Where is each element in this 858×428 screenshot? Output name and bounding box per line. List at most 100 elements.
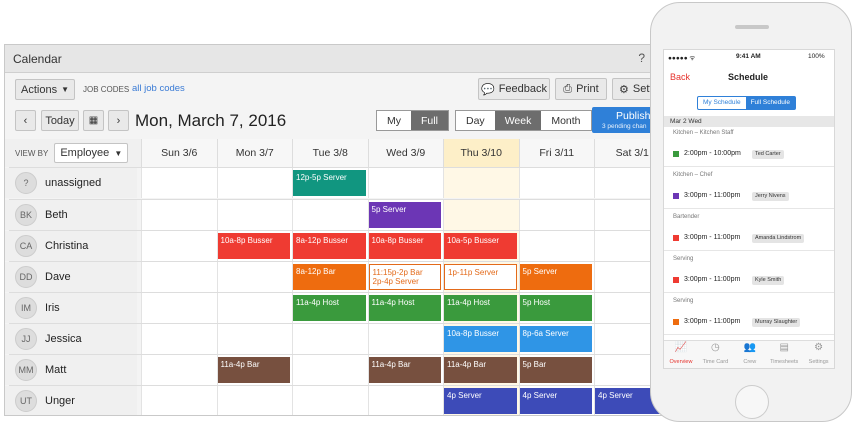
shift-block[interactable]: 5p Server xyxy=(519,264,592,290)
schedule-cell[interactable] xyxy=(367,168,443,198)
shift-block[interactable]: 8a-12p Busser xyxy=(293,233,366,259)
employee-name[interactable]: Christina xyxy=(45,240,88,252)
shift-block[interactable]: 8a-12p Bar xyxy=(293,264,366,290)
tab-full-schedule[interactable]: Full Schedule xyxy=(745,97,795,109)
shift-block[interactable]: 11a-4p Host xyxy=(293,295,366,321)
shift-block[interactable]: 11:15p-2p Bar 2p-4p Server xyxy=(368,264,441,290)
shift-block[interactable]: 11a-4p Host xyxy=(444,295,517,321)
employee-name[interactable]: unassigned xyxy=(45,177,101,189)
help-icon[interactable]: ? xyxy=(638,51,645,65)
schedule-cell[interactable] xyxy=(141,231,217,261)
shift-block[interactable]: 5p Server xyxy=(368,202,441,228)
phone-person-pill[interactable]: Ted Carter xyxy=(752,150,784,159)
schedule-cell[interactable] xyxy=(141,168,217,198)
prev-week-button[interactable]: ‹ xyxy=(15,110,36,131)
schedule-cell[interactable] xyxy=(216,293,292,323)
actions-dropdown[interactable]: Actions ▼ xyxy=(15,79,75,100)
print-button[interactable]: ⎙ Print xyxy=(555,78,607,100)
gear-icon[interactable]: ⚙ xyxy=(802,342,834,353)
next-week-button[interactable]: › xyxy=(108,110,129,131)
phone-person-pill[interactable]: Jerry Nivens xyxy=(752,192,789,201)
shift-block[interactable]: 5p Bar xyxy=(519,357,592,383)
shift-block[interactable]: 10a-5p Busser xyxy=(444,233,517,259)
schedule-cell[interactable] xyxy=(141,355,217,385)
phone-shift-time[interactable]: 3:00pm - 11:00pm xyxy=(684,234,740,241)
schedule-cell[interactable] xyxy=(292,386,368,415)
today-button[interactable]: Today xyxy=(41,110,79,131)
shift-block[interactable]: 11a-4p Bar xyxy=(368,357,441,383)
bottom-tab-label[interactable]: Overview xyxy=(664,359,698,365)
phone-person-pill[interactable]: Kyle Smith xyxy=(752,276,785,285)
tab-my-schedule[interactable]: My Schedule xyxy=(698,97,746,109)
schedule-cell[interactable] xyxy=(292,324,368,354)
view-by-select[interactable]: Employee ▼ xyxy=(54,143,129,163)
employee-name[interactable]: Beth xyxy=(45,209,68,221)
bottom-tab-label[interactable]: Crew xyxy=(733,359,767,365)
schedule-cell[interactable] xyxy=(292,355,368,385)
schedule-cell[interactable] xyxy=(518,168,594,198)
home-button[interactable] xyxy=(735,385,769,419)
schedule-cell[interactable] xyxy=(216,324,292,354)
shift-block[interactable]: 11a-4p Bar xyxy=(217,357,290,383)
day-header[interactable]: Mon 3/7 xyxy=(216,139,292,167)
phone-person-pill[interactable]: Amanda Lindstrom xyxy=(752,234,805,243)
shift-block[interactable]: 10a-8p Busser xyxy=(217,233,290,259)
shift-block[interactable]: 10a-8p Busser xyxy=(368,233,441,259)
phone-shift-time[interactable]: 3:00pm - 11:00pm xyxy=(684,318,740,325)
schedule-cell[interactable] xyxy=(443,168,519,198)
schedule-cell[interactable] xyxy=(216,386,292,415)
scope-my[interactable]: My xyxy=(377,111,411,130)
shift-block[interactable]: 11a-4p Bar xyxy=(444,357,517,383)
schedule-cell[interactable] xyxy=(292,200,368,230)
shift-block[interactable]: 8p-6a Server xyxy=(519,326,592,352)
calendar-picker-button[interactable]: ▦ xyxy=(83,110,104,131)
schedule-cell[interactable] xyxy=(367,386,443,415)
schedule-cell[interactable] xyxy=(443,200,519,230)
chart-icon[interactable]: 📈 xyxy=(664,342,698,353)
shift-block[interactable]: 10a-8p Busser xyxy=(444,326,517,352)
day-header[interactable]: Fri 3/11 xyxy=(518,139,594,167)
schedule-cell[interactable] xyxy=(216,200,292,230)
shift-block[interactable]: 11a-4p Host xyxy=(368,295,441,321)
shift-block[interactable]: 12p-5p Server xyxy=(293,170,366,196)
shift-block[interactable]: 4p Server xyxy=(444,388,517,414)
range-day[interactable]: Day xyxy=(456,111,495,130)
schedule-cell[interactable] xyxy=(141,386,217,415)
day-header[interactable]: Wed 3/9 xyxy=(367,139,443,167)
phone-person-pill[interactable]: Murray Slaughter xyxy=(752,318,801,327)
employee-name[interactable]: Iris xyxy=(45,302,60,314)
job-codes-link[interactable]: all job codes xyxy=(132,83,185,94)
schedule-cell[interactable] xyxy=(216,168,292,198)
phone-shift-time[interactable]: 2:00pm - 10:00pm xyxy=(684,150,741,157)
back-link[interactable]: Back xyxy=(670,72,690,82)
range-week[interactable]: Week xyxy=(494,111,542,130)
range-month[interactable]: Month xyxy=(541,111,590,130)
day-header[interactable]: Thu 3/10 xyxy=(443,139,519,167)
feedback-button[interactable]: 💬 Feedback xyxy=(478,78,550,100)
schedule-cell[interactable] xyxy=(216,262,292,292)
schedule-cell[interactable] xyxy=(141,324,217,354)
employee-name[interactable]: Dave xyxy=(45,271,71,283)
day-header[interactable]: Tue 3/8 xyxy=(292,139,368,167)
employee-name[interactable]: Jessica xyxy=(45,333,82,345)
bottom-tab-label[interactable]: Time Card xyxy=(698,359,732,365)
schedule-cell[interactable] xyxy=(367,324,443,354)
clock-icon[interactable]: ◷ xyxy=(698,342,732,353)
schedule-cell[interactable] xyxy=(518,200,594,230)
shift-block[interactable]: 1p-11p Server xyxy=(444,264,517,290)
bottom-tab-label[interactable]: Settings xyxy=(802,359,834,365)
timesheet-icon[interactable]: ▤ xyxy=(767,342,801,353)
shift-block[interactable]: 4p Server xyxy=(519,388,592,414)
phone-shift-time[interactable]: 3:00pm - 11:00pm xyxy=(684,192,740,199)
bottom-tab-label[interactable]: Timesheets xyxy=(767,359,801,365)
schedule-cell[interactable] xyxy=(518,231,594,261)
employee-name[interactable]: Unger xyxy=(45,395,75,407)
schedule-cell[interactable] xyxy=(141,293,217,323)
scope-full[interactable]: Full xyxy=(411,111,448,130)
phone-shift-time[interactable]: 3:00pm - 11:00pm xyxy=(684,276,740,283)
people-icon[interactable]: 👥 xyxy=(733,342,767,353)
schedule-cell[interactable] xyxy=(141,262,217,292)
employee-name[interactable]: Matt xyxy=(45,364,66,376)
day-header[interactable]: Sun 3/6 xyxy=(141,139,217,167)
shift-block[interactable]: 5p Host xyxy=(519,295,592,321)
